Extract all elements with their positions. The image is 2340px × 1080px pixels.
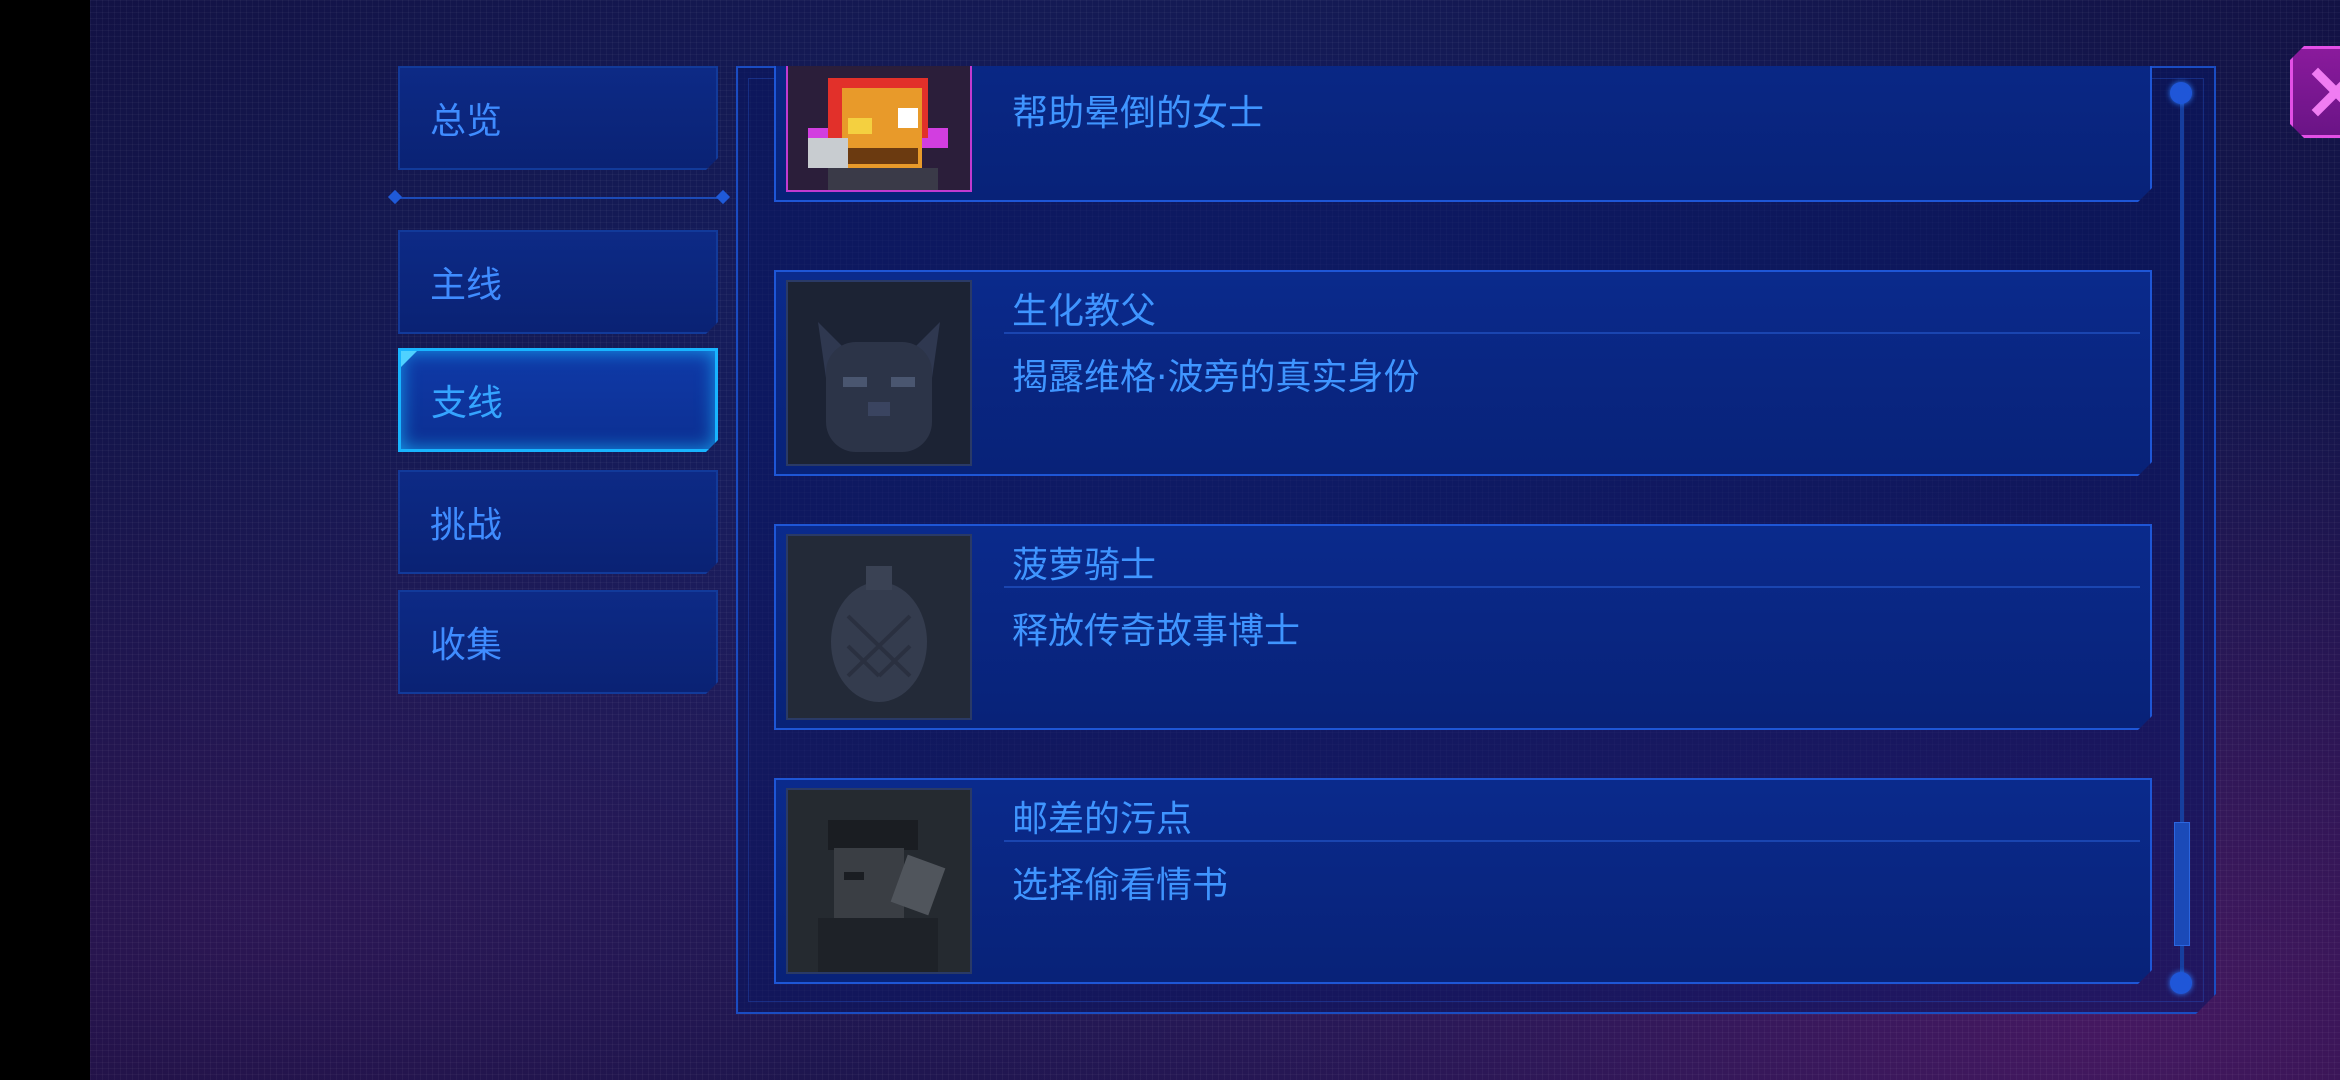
postman-portrait-icon: [786, 788, 972, 974]
pineapple-portrait-art: [788, 536, 970, 718]
cat-portrait-icon: [786, 280, 972, 466]
tab-collection-label: 收集: [430, 625, 503, 666]
quest-separator: [1004, 840, 2140, 842]
scrollbar-thumb[interactable]: [2174, 822, 2190, 946]
quest-description: 释放传奇故事博士: [1012, 611, 1301, 652]
divider-dot-right: [715, 189, 731, 205]
scroll-up-knob[interactable]: [2170, 82, 2192, 104]
quest-card[interactable]: 帮助晕倒的女士: [774, 0, 2152, 202]
pineapple-portrait-icon: [786, 534, 972, 720]
tab-main[interactable]: 主线: [398, 230, 718, 334]
quest-description: 帮助晕倒的女士: [1012, 93, 1265, 134]
quest-title: 邮差的污点: [1012, 799, 1193, 840]
game-background: 总览 主线 支线 挑战 收集 帮助晕倒的女士 生化教父 揭露维格·波旁的真实身份…: [90, 0, 2340, 1080]
mustache-hat-man-portrait-art: [788, 8, 970, 190]
sidebar-divider: [387, 189, 731, 205]
close-icon: [2306, 62, 2340, 122]
quest-description: 揭露维格·波旁的真实身份: [1012, 357, 1420, 398]
tab-overview-label: 总览: [430, 101, 503, 142]
quest-card[interactable]: 生化教父 揭露维格·波旁的真实身份: [774, 270, 2152, 476]
scrollbar[interactable]: [2170, 82, 2194, 996]
cat-portrait-art: [788, 282, 970, 464]
quest-description: 选择偷看情书: [1012, 865, 1229, 906]
quest-title: 生化教父: [1012, 291, 1157, 332]
tab-side[interactable]: 支线: [398, 348, 718, 452]
scroll-down-knob[interactable]: [2170, 972, 2192, 994]
tab-overview[interactable]: 总览: [398, 66, 718, 170]
divider-dot-left: [387, 189, 403, 205]
quest-list-panel[interactable]: 帮助晕倒的女士 生化教父 揭露维格·波旁的真实身份 菠萝骑士 释放传奇故事博士 …: [736, 66, 2216, 1014]
close-button[interactable]: [2290, 46, 2340, 138]
tab-main-label: 主线: [430, 265, 503, 306]
tab-collection[interactable]: 收集: [398, 590, 718, 694]
tab-challenge-label: 挑战: [430, 505, 503, 546]
postman-portrait-art: [788, 790, 970, 972]
quest-card[interactable]: 邮差的污点 选择偷看情书: [774, 778, 2152, 984]
tab-challenge[interactable]: 挑战: [398, 470, 718, 574]
quest-separator: [1004, 586, 2140, 588]
tab-side-label: 支线: [431, 383, 504, 424]
quest-title: 菠萝骑士: [1012, 545, 1157, 586]
quest-card[interactable]: 菠萝骑士 释放传奇故事博士: [774, 524, 2152, 730]
mustache-hat-man-portrait-icon: [786, 6, 972, 192]
quest-separator: [1004, 332, 2140, 334]
